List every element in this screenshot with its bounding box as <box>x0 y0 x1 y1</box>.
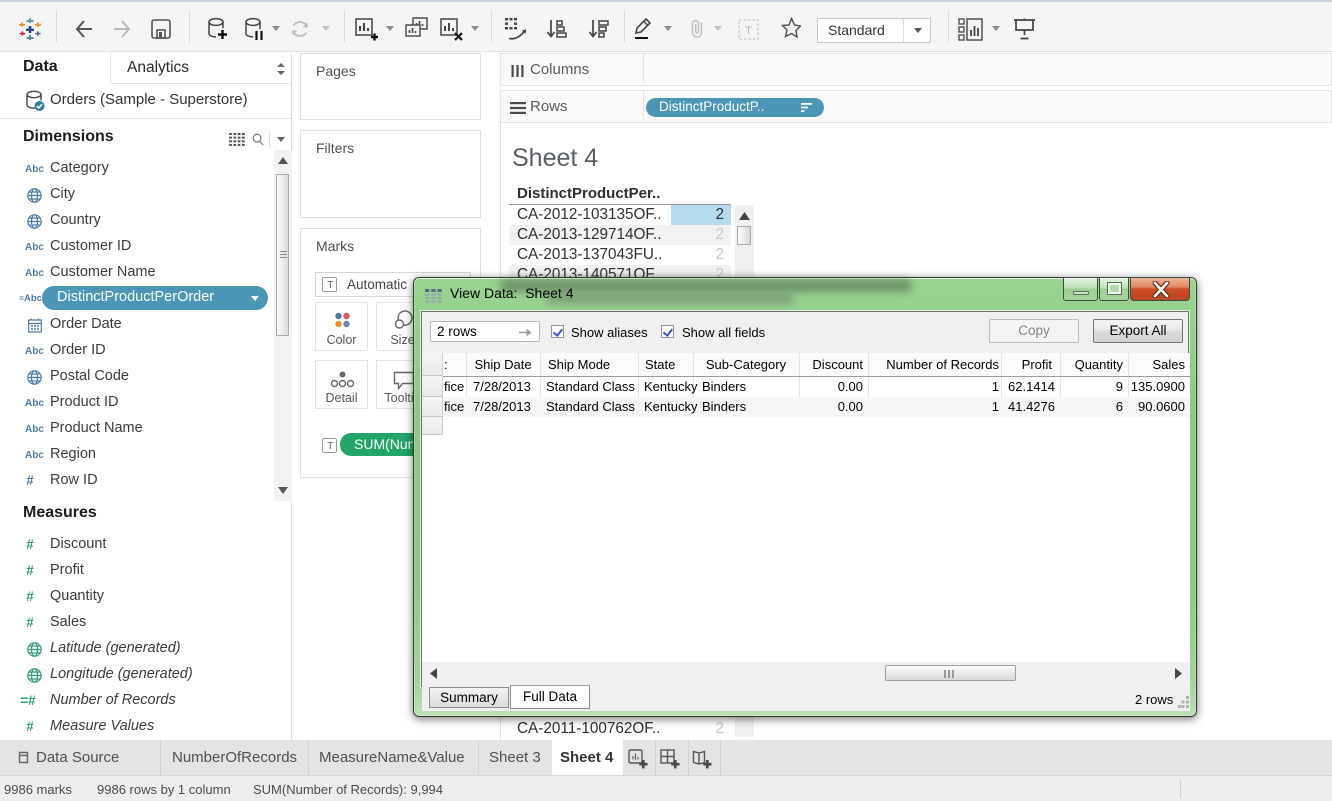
svg-text:T: T <box>745 25 752 37</box>
